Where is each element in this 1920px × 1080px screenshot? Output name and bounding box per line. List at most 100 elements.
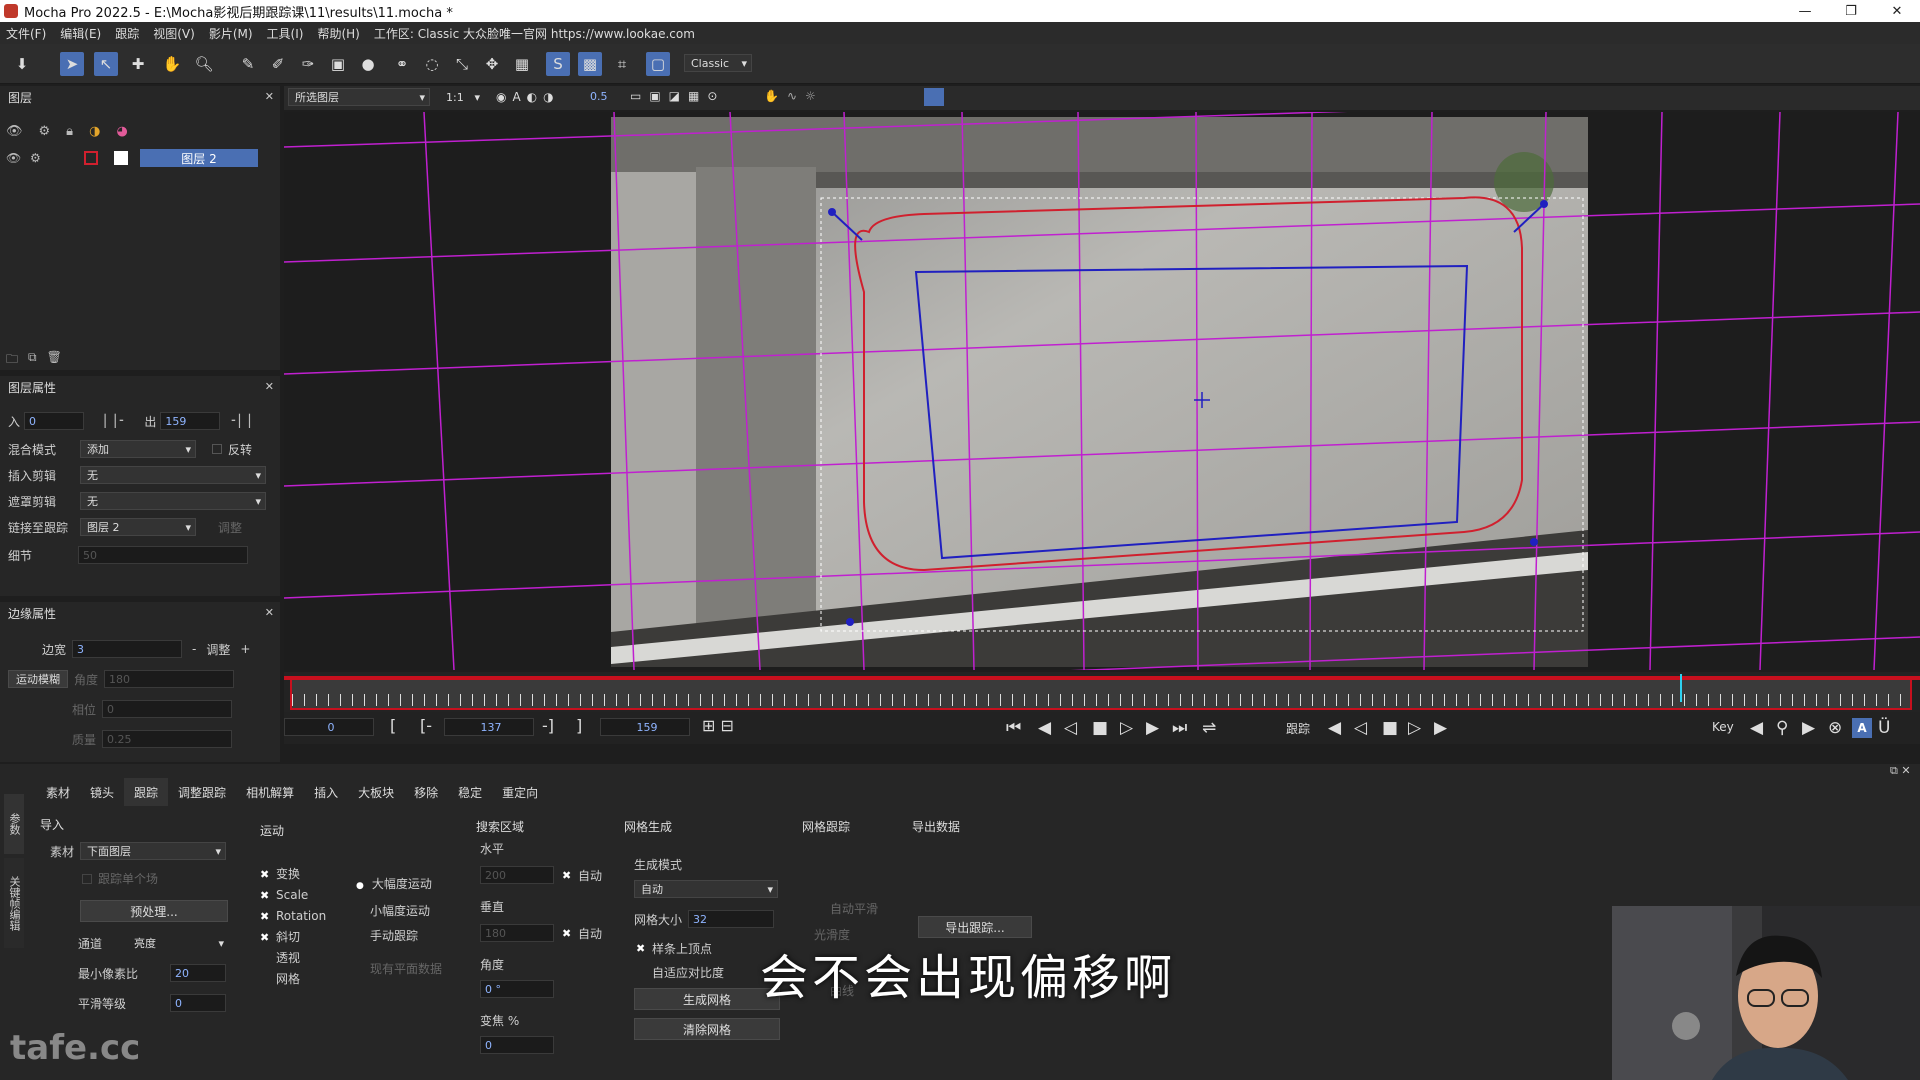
playhead[interactable] [1680, 674, 1683, 702]
tab-adjust-track[interactable]: 调整跟踪 [168, 778, 236, 806]
min-pixels-field[interactable]: 20 [170, 964, 226, 982]
pen-bezier-icon[interactable]: ✐ [266, 52, 290, 76]
radio-manual-track[interactable]: 手动跟踪 [356, 924, 442, 949]
generation-mode-dropdown[interactable]: 自动 ▾ [634, 880, 778, 898]
layer-row[interactable]: 👁︎ ⚙ 图层 2 [6, 148, 278, 168]
side-tab-keyframes[interactable]: 关键帧编辑 [4, 858, 24, 948]
tab-clip[interactable]: 素材 [36, 778, 80, 806]
out-point-icon[interactable]: ] [576, 716, 582, 735]
track-prev-frame-icon[interactable]: ◁ [1354, 718, 1367, 738]
loop-icon[interactable]: ⇌ [1202, 718, 1216, 738]
viewer-display-icons[interactable]: ▭▣◪▦⊙ [630, 89, 725, 103]
clip-dropdown[interactable]: 下面图层 ▾ [80, 842, 226, 860]
close-icon[interactable]: ⧉ ✕ [1890, 764, 1911, 778]
corner-pin-bl[interactable] [846, 618, 854, 626]
go-last-frame-icon[interactable]: ⏭ [1172, 718, 1187, 738]
zoom-percent-field[interactable]: 0 [480, 1036, 554, 1054]
close-icon[interactable]: ✕ [265, 606, 274, 619]
edge-width-field[interactable]: 3 [72, 640, 183, 658]
minimize-button[interactable]: — [1782, 0, 1828, 22]
tab-reorient[interactable]: 重定向 [492, 778, 548, 806]
radio-small-motion[interactable]: 小幅度运动 [356, 899, 442, 924]
viewer-channel-icons[interactable]: ◉A◐◑ [496, 90, 560, 104]
layer-name[interactable]: 图层 2 [140, 149, 258, 167]
pen-x-spline-icon[interactable]: ✎ [236, 52, 260, 76]
frame-icon[interactable]: ▢ [646, 52, 670, 76]
smoothing-field[interactable]: 0 [170, 994, 226, 1012]
menu-movie[interactable]: 影片(M) [209, 25, 253, 42]
motion-perspective[interactable]: 透视 [260, 948, 326, 969]
blur-angle-field[interactable]: 180 [104, 670, 235, 688]
horizontal-field[interactable]: 200 [480, 866, 554, 884]
eye-icon[interactable]: 👁︎ [6, 124, 23, 139]
close-icon[interactable]: ✕ [265, 380, 274, 393]
duplicate-icon[interactable]: ⧉ [28, 350, 37, 371]
gear-icon[interactable]: ⚙ [30, 151, 84, 165]
undo-key-icon[interactable]: Ü [1878, 718, 1890, 738]
link-icon[interactable]: ⚭ [390, 52, 414, 76]
viewer-tool-icons[interactable]: ✋∿☼ [764, 89, 824, 103]
grid-icon[interactable]: ▦ [510, 52, 534, 76]
in-out-range-icon[interactable]: ⊞ ⊟ [702, 716, 734, 735]
add-key-icon[interactable]: ⚲ [1776, 718, 1788, 738]
track-backward-icon[interactable]: ◀ [1328, 718, 1341, 738]
menu-file[interactable]: 文件(F) [6, 25, 46, 42]
zoom-icon[interactable]: 🔍︎ [192, 52, 216, 76]
motion-shear[interactable]: ✖ 斜切 [260, 927, 326, 948]
scale-icon[interactable]: ⤡ [450, 52, 474, 76]
mesh-size-field[interactable]: 32 [688, 910, 774, 928]
timeline-ruler[interactable] [284, 672, 1920, 712]
delete-keys-icon[interactable]: ⊗ [1828, 718, 1842, 738]
viewer-options-icon[interactable] [924, 88, 944, 106]
close-icon[interactable]: ✕ [265, 90, 274, 103]
side-tab-params[interactable]: 参数 [4, 794, 24, 854]
new-folder-icon[interactable]: 🗀 [6, 350, 18, 371]
search-angle-field[interactable]: 0 ° [480, 980, 554, 998]
clear-mesh-button[interactable]: 清除网格 [634, 1018, 780, 1040]
workspace-dropdown[interactable]: Classic ▾ [684, 54, 752, 72]
check-icon[interactable]: ✖ [562, 927, 572, 940]
minus-icon[interactable]: - [192, 642, 196, 656]
layer-filter-dropdown[interactable]: 所选图层 ▾ [288, 88, 430, 106]
track-single-field-checkbox[interactable] [82, 873, 92, 884]
zoom-dropdown[interactable]: 1:1 ▾ [440, 88, 484, 106]
tab-insert[interactable]: 插入 [304, 778, 348, 806]
motion-blur-button[interactable]: 运动模糊 [8, 670, 68, 688]
next-key-icon[interactable]: ▶ [1802, 718, 1815, 738]
radio-large-motion[interactable]: ● 大幅度运动 [356, 872, 442, 899]
layer-color-swatch[interactable] [84, 151, 98, 165]
select-points-icon[interactable]: ↖ [94, 52, 118, 76]
corner-pin-tr[interactable] [1540, 200, 1548, 208]
save-download-icon[interactable]: ⬇ [10, 52, 34, 76]
trash-icon[interactable]: 🗑︎ [47, 350, 62, 371]
phase-field[interactable]: 0 [102, 700, 233, 718]
motion-rotation[interactable]: ✖ Rotation [260, 906, 326, 927]
link-to-track-dropdown[interactable]: 图层 2 ▾ [80, 518, 196, 536]
move-icon[interactable]: ✥ [480, 52, 504, 76]
in-set-buttons[interactable]: ⎮ ⎮⁃ [102, 414, 124, 428]
circle-tool-icon[interactable]: ● [356, 52, 380, 76]
track-next-frame-icon[interactable]: ▷ [1408, 718, 1421, 738]
check-icon[interactable]: ✖ [636, 942, 646, 955]
lock-icon[interactable]: 🔒︎ [66, 124, 73, 139]
in-point-icon[interactable]: [ [390, 716, 396, 735]
invert-checkbox[interactable] [212, 444, 222, 454]
track-forward-icon[interactable]: ▶ [1434, 718, 1447, 738]
tab-track[interactable]: 跟踪 [124, 778, 169, 806]
existing-planar-data[interactable]: 现有平面数据 [356, 957, 442, 982]
layer-matte-swatch[interactable] [114, 151, 128, 165]
timeline-track[interactable] [290, 674, 1912, 710]
color-icon[interactable]: ◑ [89, 124, 100, 139]
stop-icon[interactable]: ■ [1092, 718, 1108, 738]
menu-tools[interactable]: 工具(I) [267, 25, 304, 42]
out-field[interactable]: 159 [160, 412, 221, 430]
go-first-frame-icon[interactable]: ⏮ [1006, 718, 1021, 738]
surface-s-icon[interactable]: S [546, 52, 570, 76]
corner-pin-br[interactable] [1530, 538, 1538, 546]
export-tracking-button[interactable]: 导出跟踪... [918, 916, 1032, 938]
track-stop-icon[interactable]: ■ [1382, 718, 1398, 738]
brush-icon[interactable]: ✑ [296, 52, 320, 76]
quality-field[interactable]: 0.25 [102, 730, 233, 748]
tab-remove[interactable]: 移除 [404, 778, 448, 806]
menu-edit[interactable]: 编辑(E) [60, 25, 101, 42]
